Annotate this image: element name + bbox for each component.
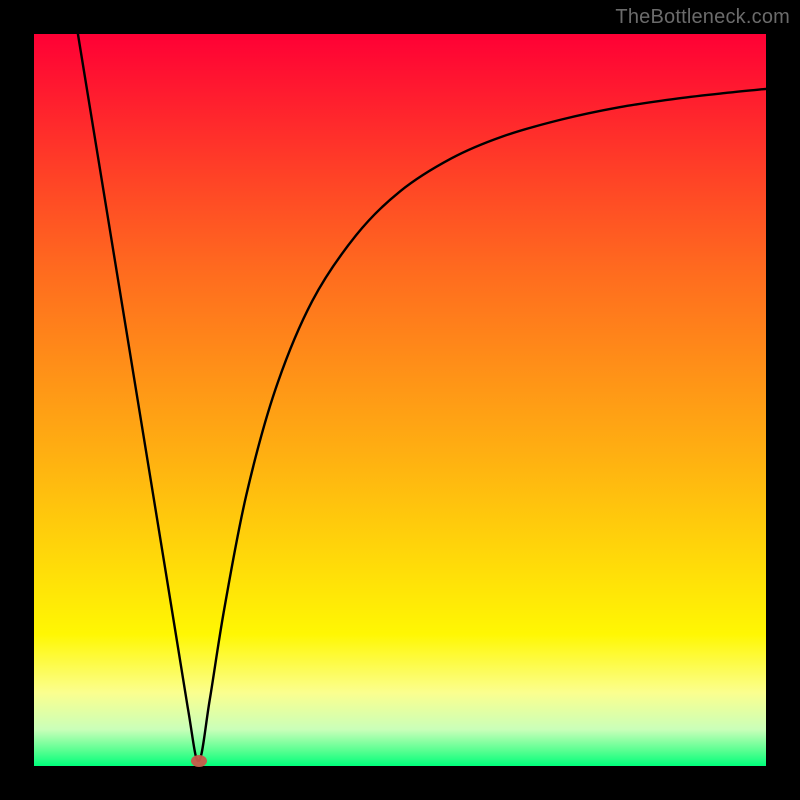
chart-frame: TheBottleneck.com: [0, 0, 800, 800]
minimum-marker: [191, 755, 207, 767]
bottleneck-curve: [34, 34, 766, 766]
plot-area: [34, 34, 766, 766]
curve-path: [78, 34, 766, 761]
watermark-text: TheBottleneck.com: [615, 6, 790, 29]
